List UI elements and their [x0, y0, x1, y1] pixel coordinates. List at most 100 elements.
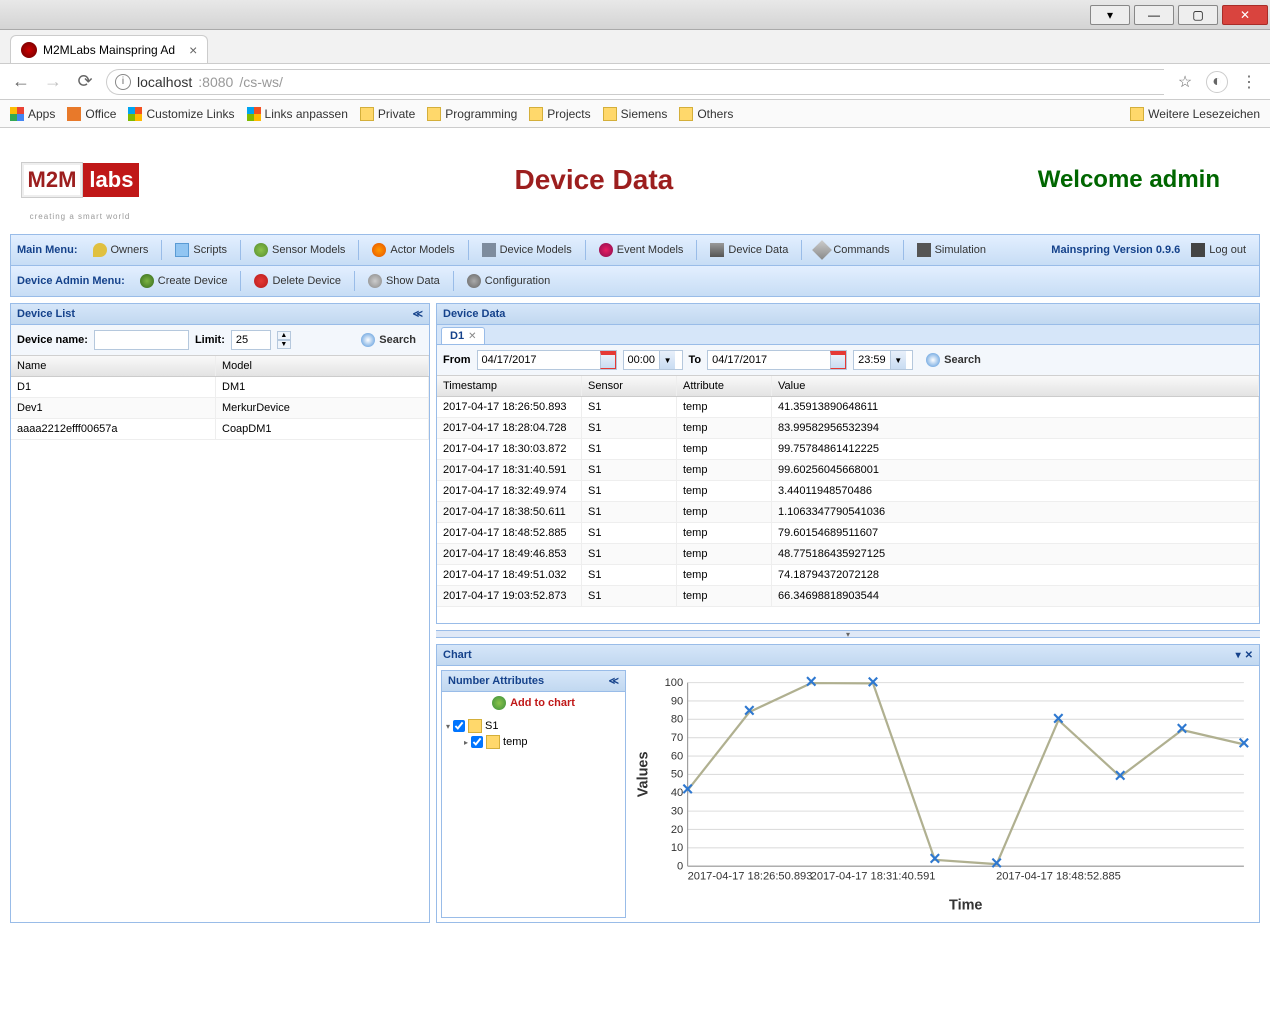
- table-row[interactable]: 2017-04-17 18:49:51.032S1temp74.18794372…: [437, 565, 1259, 586]
- bookmark-links-anpassen[interactable]: Links anpassen: [247, 107, 348, 121]
- col-value[interactable]: Value: [772, 376, 1259, 396]
- tab-close-icon[interactable]: ×: [189, 42, 197, 58]
- tree-node-temp[interactable]: ▸temp: [446, 734, 621, 750]
- table-row[interactable]: Dev1MerkurDevice: [11, 398, 429, 419]
- bookmark-apps[interactable]: Apps: [10, 107, 55, 121]
- logout-button[interactable]: Log out: [1184, 239, 1253, 261]
- col-name[interactable]: Name: [11, 356, 216, 376]
- menu-owners[interactable]: Owners: [86, 239, 156, 261]
- main-menu-label: Main Menu:: [17, 244, 78, 256]
- chart-close-icon[interactable]: ✕: [1245, 650, 1253, 661]
- device-list-panel: Device List ≪ Device name: Limit: ▲▼ Sea…: [10, 303, 430, 923]
- browser-menu-icon[interactable]: ⋮: [1238, 71, 1260, 93]
- window-thumb-button[interactable]: ▾: [1090, 5, 1130, 25]
- admin-menu-label: Device Admin Menu:: [17, 275, 125, 287]
- chart-collapse-icon[interactable]: ▾: [1236, 650, 1241, 661]
- device-search-button[interactable]: Search: [354, 329, 423, 351]
- chart-title: Chart: [443, 649, 472, 661]
- bookmark-projects[interactable]: Projects: [529, 107, 590, 121]
- split-handle[interactable]: ▾: [436, 630, 1260, 638]
- limit-input[interactable]: [231, 330, 271, 350]
- create-device-button[interactable]: Create Device: [133, 270, 235, 292]
- data-search-button[interactable]: Search: [919, 349, 988, 371]
- table-row[interactable]: aaaa2212efff00657aCoapDM1: [11, 419, 429, 440]
- checkbox-s1[interactable]: [453, 720, 465, 732]
- chevron-down-icon[interactable]: ▼: [659, 351, 675, 369]
- forward-button[interactable]: →: [42, 71, 64, 93]
- limit-spinner[interactable]: ▲▼: [277, 331, 291, 349]
- chevron-down-icon[interactable]: ▼: [890, 351, 906, 369]
- from-date-input[interactable]: 04/17/2017: [477, 350, 617, 370]
- menu-device-models[interactable]: Device Models: [475, 239, 579, 261]
- attr-title: Number Attributes: [448, 675, 544, 687]
- table-row[interactable]: 2017-04-17 18:38:50.611S1temp1.106334779…: [437, 502, 1259, 523]
- menu-sensor-models[interactable]: Sensor Models: [247, 239, 352, 261]
- command-icon: [812, 240, 832, 260]
- profile-icon[interactable]: ◐: [1206, 71, 1228, 93]
- bookmark-private[interactable]: Private: [360, 107, 415, 121]
- from-time-input[interactable]: 00:00▼: [623, 350, 683, 370]
- col-model[interactable]: Model: [216, 356, 429, 376]
- menu-scripts[interactable]: Scripts: [168, 239, 234, 261]
- menu-commands[interactable]: Commands: [808, 239, 896, 261]
- bookmark-office[interactable]: Office: [67, 107, 116, 121]
- svg-text:Time: Time: [949, 898, 982, 914]
- table-row[interactable]: 2017-04-17 18:48:52.885S1temp79.60154689…: [437, 523, 1259, 544]
- to-time-input[interactable]: 23:59▼: [853, 350, 913, 370]
- bookmark-siemens[interactable]: Siemens: [603, 107, 668, 121]
- back-button[interactable]: ←: [10, 71, 32, 93]
- bookmark-more[interactable]: Weitere Lesezeichen: [1130, 107, 1260, 121]
- table-row[interactable]: 2017-04-17 18:28:04.728S1temp83.99582956…: [437, 418, 1259, 439]
- calendar-icon[interactable]: [600, 351, 616, 369]
- browser-tab-bar: M2MLabs Mainspring Ad ×: [0, 30, 1270, 64]
- collapse-left-icon[interactable]: ≪: [413, 309, 423, 320]
- menu-simulation[interactable]: Simulation: [910, 239, 993, 261]
- add-to-chart-button[interactable]: Add to chart: [442, 692, 625, 714]
- reload-button[interactable]: ⟳: [74, 71, 96, 93]
- key-icon: [93, 243, 107, 257]
- delete-device-button[interactable]: Delete Device: [247, 270, 347, 292]
- browser-tab[interactable]: M2MLabs Mainspring Ad ×: [10, 35, 208, 63]
- svg-text:50: 50: [671, 769, 683, 781]
- table-row[interactable]: 2017-04-17 18:26:50.893S1temp41.35913890…: [437, 397, 1259, 418]
- actor-icon: [372, 243, 386, 257]
- window-minimize-button[interactable]: —: [1134, 5, 1174, 25]
- menu-device-data[interactable]: Device Data: [703, 239, 795, 261]
- calendar-icon[interactable]: [830, 351, 846, 369]
- col-timestamp[interactable]: Timestamp: [437, 376, 582, 396]
- site-info-icon[interactable]: i: [115, 74, 131, 90]
- bookmark-programming[interactable]: Programming: [427, 107, 517, 121]
- col-sensor[interactable]: Sensor: [582, 376, 677, 396]
- menu-event-models[interactable]: Event Models: [592, 239, 691, 261]
- table-row[interactable]: 2017-04-17 18:49:46.853S1temp48.77518643…: [437, 544, 1259, 565]
- window-close-button[interactable]: ✕: [1222, 5, 1268, 25]
- configuration-button[interactable]: Configuration: [460, 270, 557, 292]
- svg-text:✕: ✕: [1176, 721, 1189, 738]
- table-row[interactable]: 2017-04-17 18:30:03.872S1temp99.75784861…: [437, 439, 1259, 460]
- table-row[interactable]: D1DM1: [11, 377, 429, 398]
- tab-close-icon[interactable]: ✕: [468, 331, 476, 342]
- bookmark-star-icon[interactable]: ☆: [1174, 71, 1196, 93]
- device-name-input[interactable]: [94, 330, 189, 350]
- device-icon: [482, 243, 496, 257]
- window-maximize-button[interactable]: ▢: [1178, 5, 1218, 25]
- show-data-button[interactable]: Show Data: [361, 270, 447, 292]
- attr-collapse-icon[interactable]: ≪: [609, 676, 619, 687]
- table-row[interactable]: 2017-04-17 18:32:49.974S1temp3.440119485…: [437, 481, 1259, 502]
- bookmarks-bar: Apps Office Customize Links Links anpass…: [0, 100, 1270, 128]
- address-bar[interactable]: i localhost:8080/cs-ws/: [106, 69, 1164, 95]
- table-row[interactable]: 2017-04-17 18:31:40.591S1temp99.60256045…: [437, 460, 1259, 481]
- data-icon: [710, 243, 724, 257]
- table-row[interactable]: 2017-04-17 19:03:52.873S1temp66.34698818…: [437, 586, 1259, 607]
- svg-text:✕: ✕: [681, 782, 694, 799]
- bookmark-others[interactable]: Others: [679, 107, 733, 121]
- to-date-input[interactable]: 04/17/2017: [707, 350, 847, 370]
- tab-d1[interactable]: D1✕: [441, 327, 485, 344]
- bookmark-customize-links[interactable]: Customize Links: [128, 107, 234, 121]
- app-header: M2Mlabs creating a smart world Device Da…: [10, 130, 1260, 230]
- menu-actor-models[interactable]: Actor Models: [365, 239, 461, 261]
- checkbox-temp[interactable]: [471, 736, 483, 748]
- col-attribute[interactable]: Attribute: [677, 376, 772, 396]
- config-icon: [467, 274, 481, 288]
- tree-node-s1[interactable]: ▾S1: [446, 718, 621, 734]
